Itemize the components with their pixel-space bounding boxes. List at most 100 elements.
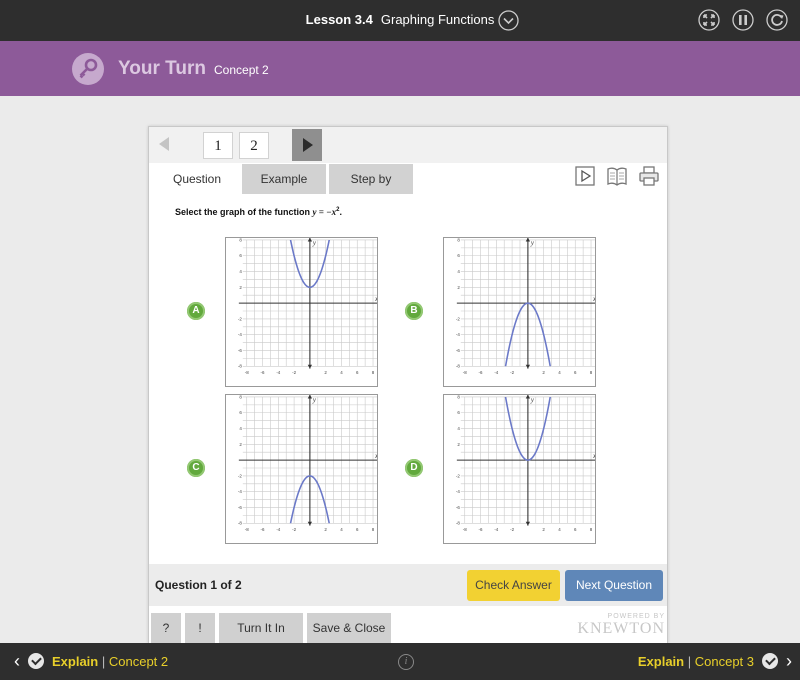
svg-text:-8: -8	[245, 370, 249, 375]
fullscreen-icon[interactable]	[698, 9, 720, 31]
pause-icon[interactable]	[732, 9, 754, 31]
question-panel: 1 2 Question Example Step by Step Select…	[148, 126, 668, 644]
page-1-button[interactable]: 1	[203, 132, 233, 159]
option-c-graph[interactable]: y x -8 -6 -4 -2 2 4 6 8 8 6 4 2 -2 -4 -6 -8	[225, 394, 378, 544]
key-icon	[72, 53, 104, 85]
svg-text:2: 2	[239, 285, 242, 290]
lesson-heading: Lesson 3.4 Graphing Functions	[0, 12, 800, 27]
svg-text:-6: -6	[456, 348, 460, 353]
next-concept-link[interactable]: Explain | Concept 3 ›	[638, 652, 792, 670]
svg-text:8: 8	[372, 527, 375, 532]
play-video-icon[interactable]	[573, 164, 597, 188]
svg-text:8: 8	[590, 370, 593, 375]
svg-text:2: 2	[542, 370, 545, 375]
svg-text:8: 8	[590, 527, 593, 532]
svg-text:x: x	[374, 296, 377, 303]
svg-text:-4: -4	[456, 489, 460, 494]
question-footer: Question 1 of 2 Check Answer Next Questi…	[149, 564, 667, 606]
refresh-icon[interactable]	[766, 9, 788, 31]
option-d-graph[interactable]: y x -8 -6 -4 -2 2 4 6 8 8 6 4 2 -2 -4 -6 -8	[443, 394, 596, 544]
lesson-title: Graphing Functions	[380, 12, 495, 27]
option-a-graph[interactable]: y x -8 -6 -4 -2 2 4 6 8 8 6 4 2 -2 -4 -6 -8	[225, 237, 378, 387]
tab-step-by-step[interactable]: Step by Step	[329, 164, 413, 216]
option-b-graph[interactable]: y x -8 -6 -4 -2 2 4 6 8 8 6 4 2 -2 -4 -6 -8	[443, 237, 596, 387]
svg-text:y: y	[312, 397, 317, 404]
svg-text:x: x	[374, 453, 377, 460]
svg-text:4: 4	[558, 527, 561, 532]
check-answer-button[interactable]: Check Answer	[467, 570, 560, 601]
svg-text:6: 6	[356, 370, 359, 375]
svg-text:-8: -8	[463, 370, 467, 375]
lesson-number: Lesson 3.4	[305, 12, 373, 27]
svg-text:-2: -2	[510, 527, 514, 532]
book-icon[interactable]	[605, 164, 629, 188]
svg-text:-8: -8	[456, 364, 460, 369]
next-page-icon[interactable]	[292, 129, 322, 161]
svg-text:-2: -2	[292, 527, 296, 532]
svg-text:8: 8	[457, 238, 460, 242]
svg-text:-6: -6	[479, 370, 483, 375]
svg-text:-6: -6	[479, 527, 483, 532]
svg-text:-6: -6	[238, 505, 242, 510]
svg-text:-4: -4	[238, 332, 242, 337]
svg-text:-6: -6	[261, 370, 265, 375]
svg-text:4: 4	[239, 426, 242, 431]
svg-text:6: 6	[574, 527, 577, 532]
tab-question[interactable]: Question	[155, 164, 239, 194]
svg-text:-2: -2	[238, 316, 242, 321]
top-bar: Lesson 3.4 Graphing Functions	[0, 0, 800, 41]
svg-text:-6: -6	[238, 348, 242, 353]
svg-text:4: 4	[239, 269, 242, 274]
svg-text:y: y	[530, 240, 535, 247]
svg-text:2: 2	[457, 285, 460, 290]
svg-text:8: 8	[239, 238, 242, 242]
option-b-badge[interactable]: B	[405, 302, 423, 320]
svg-text:2: 2	[542, 527, 545, 532]
previous-concept-link[interactable]: ‹ Explain | Concept 2	[14, 652, 168, 670]
svg-text:-4: -4	[276, 370, 280, 375]
svg-text:-2: -2	[238, 473, 242, 478]
chevron-left-icon: ‹	[14, 651, 20, 671]
section-header: Your Turn Concept 2	[0, 41, 800, 96]
turn-it-in-button[interactable]: Turn It In	[219, 613, 303, 643]
page-2-button[interactable]: 2	[239, 132, 269, 159]
svg-text:-6: -6	[456, 505, 460, 510]
pager-bar: 1 2	[149, 127, 667, 163]
svg-text:-2: -2	[510, 370, 514, 375]
print-icon[interactable]	[637, 164, 661, 188]
tab-example[interactable]: Example	[242, 164, 326, 194]
svg-text:-4: -4	[494, 370, 498, 375]
svg-text:-8: -8	[245, 527, 249, 532]
check-circle-icon	[28, 653, 44, 669]
info-button[interactable]: !	[185, 613, 215, 643]
option-d-badge[interactable]: D	[405, 459, 423, 477]
svg-text:x: x	[592, 453, 595, 460]
check-circle-icon	[762, 653, 778, 669]
svg-text:-4: -4	[494, 527, 498, 532]
question-body: Select the graph of the function y = −x2…	[155, 194, 661, 564]
section-subtitle: Concept 2	[214, 63, 269, 77]
svg-text:-8: -8	[456, 521, 460, 526]
option-a-badge[interactable]: A	[187, 302, 205, 320]
question-tabs: Question Example Step by Step	[155, 164, 416, 216]
help-button[interactable]: ?	[151, 613, 181, 643]
svg-text:2: 2	[324, 370, 327, 375]
svg-text:6: 6	[574, 370, 577, 375]
info-icon[interactable]: i	[398, 654, 414, 670]
svg-text:-4: -4	[456, 332, 460, 337]
next-question-button[interactable]: Next Question	[565, 570, 663, 601]
svg-text:6: 6	[457, 253, 460, 258]
option-c-badge[interactable]: C	[187, 459, 205, 477]
question-counter: Question 1 of 2	[155, 578, 242, 592]
save-close-button[interactable]: Save & Close	[307, 613, 391, 643]
svg-text:-2: -2	[456, 473, 460, 478]
svg-text:x: x	[592, 296, 595, 303]
svg-text:-6: -6	[261, 527, 265, 532]
previous-page-icon[interactable]	[159, 137, 169, 151]
svg-text:-8: -8	[238, 364, 242, 369]
svg-text:-2: -2	[456, 316, 460, 321]
tool-bar: ? ! Turn It In Save & Close POWERED BY K…	[149, 611, 667, 645]
svg-text:y: y	[312, 240, 317, 247]
chevron-down-icon[interactable]	[498, 10, 519, 31]
svg-text:y: y	[530, 397, 535, 404]
